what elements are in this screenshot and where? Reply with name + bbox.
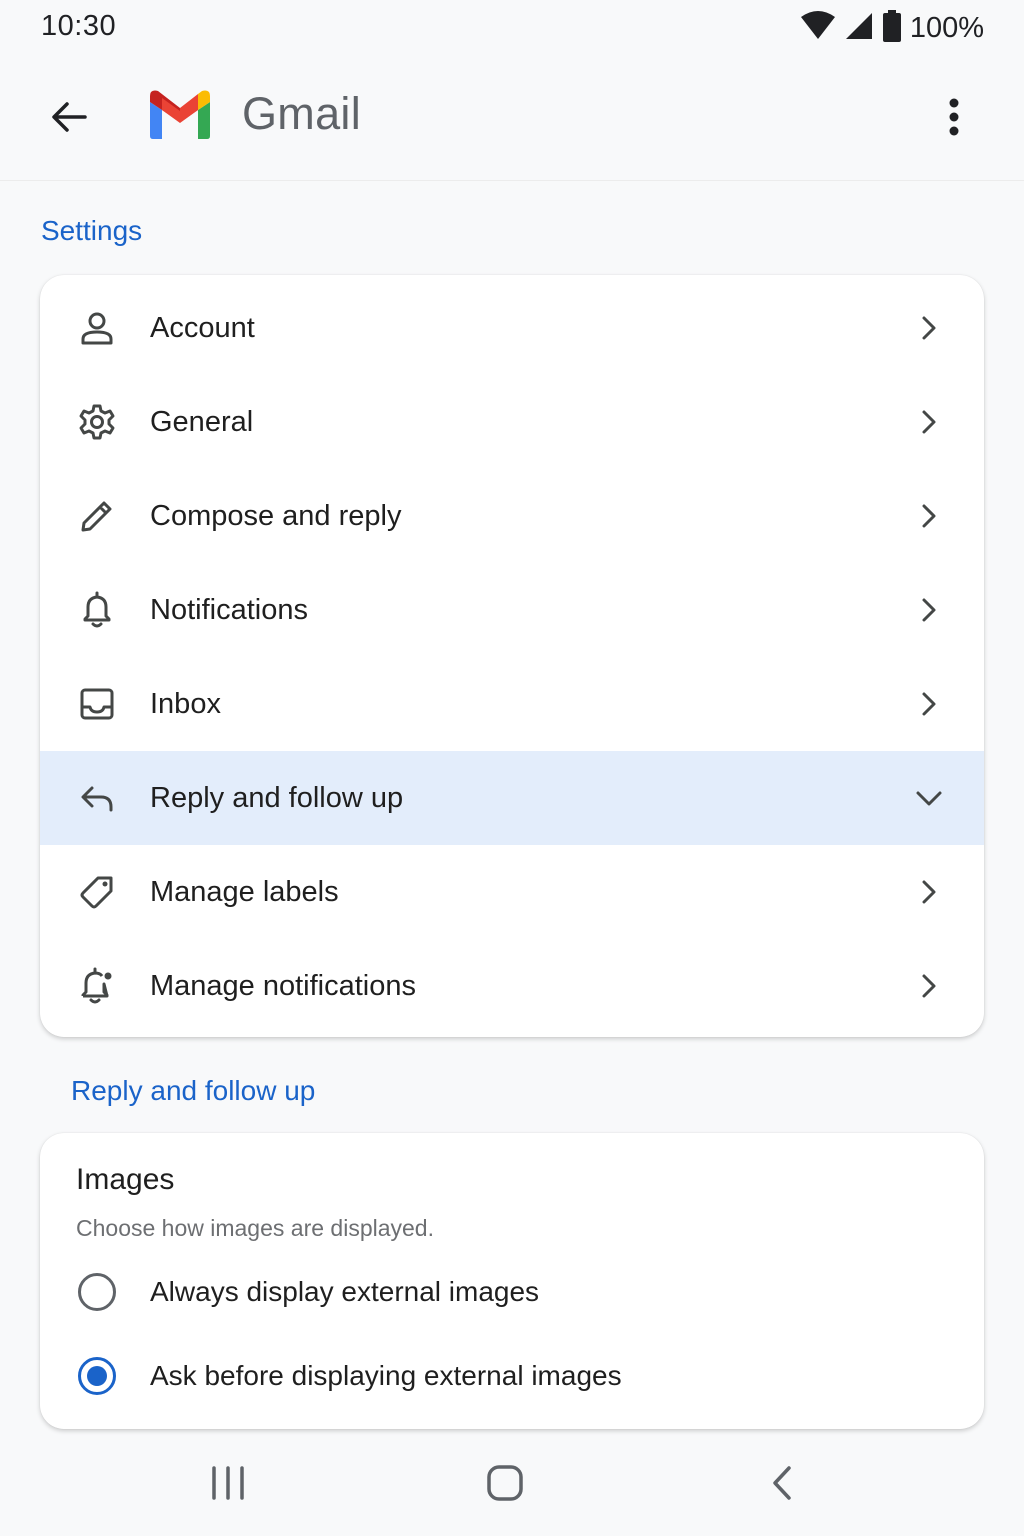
reply-section-heading: Reply and follow up — [71, 1075, 316, 1106]
settings-item-label: General — [150, 405, 254, 438]
settings-item-compose[interactable]: Compose and reply — [40, 469, 984, 563]
settings-item-label: Manage labels — [150, 875, 339, 908]
gmail-logo-icon — [146, 88, 214, 140]
bell-settings-icon — [76, 965, 118, 1007]
images-title: Images — [76, 1163, 175, 1196]
pencil-icon — [76, 495, 118, 537]
settings-item-reply-follow-up[interactable]: Reply and follow up — [40, 751, 984, 845]
chevron-right-icon — [912, 875, 946, 909]
nav-back-button[interactable] — [752, 1460, 812, 1510]
images-description: Choose how images are displayed. — [76, 1215, 434, 1241]
signal-icon — [844, 11, 874, 46]
settings-menu-card: Account General Compose and reply Notifi… — [40, 275, 984, 1037]
chevron-right-icon — [912, 969, 946, 1003]
chevron-right-icon — [912, 311, 946, 345]
arrow-back-icon — [49, 97, 89, 142]
more-vert-icon — [948, 98, 960, 141]
inbox-icon — [76, 683, 118, 725]
app-bar: Gmail — [0, 60, 1024, 181]
home-button[interactable] — [475, 1460, 535, 1510]
radio-label: Always display external images — [150, 1276, 540, 1307]
app-title: Gmail — [242, 88, 362, 139]
label-icon — [76, 871, 118, 913]
settings-item-inbox[interactable]: Inbox — [40, 657, 984, 751]
radio-button-selected[interactable] — [78, 1357, 116, 1395]
status-bar: 10:30 100% — [0, 0, 1024, 60]
images-settings-card: Images Choose how images are displayed. … — [40, 1133, 984, 1429]
settings-item-label: Notifications — [150, 593, 308, 626]
chevron-right-icon — [912, 405, 946, 439]
settings-item-manage-labels[interactable]: Manage labels — [40, 845, 984, 939]
bell-icon — [76, 589, 118, 631]
recents-icon — [210, 1465, 246, 1505]
system-nav-bar — [0, 1440, 1024, 1536]
settings-heading: Settings — [41, 215, 143, 246]
more-options-button[interactable] — [934, 94, 974, 144]
settings-item-notifications[interactable]: Notifications — [40, 563, 984, 657]
chevron-right-icon — [912, 687, 946, 721]
radio-button[interactable] — [78, 1273, 116, 1311]
radio-option-always-display[interactable]: Always display external images — [40, 1257, 984, 1327]
battery-icon — [882, 9, 902, 47]
nav-back-icon — [770, 1465, 794, 1506]
status-time: 10:30 — [41, 10, 117, 42]
settings-item-label: Compose and reply — [150, 499, 402, 532]
settings-item-account[interactable]: Account — [40, 281, 984, 375]
settings-item-label: Reply and follow up — [150, 781, 404, 814]
radio-label: Ask before displaying external images — [150, 1360, 622, 1391]
settings-item-general[interactable]: General — [40, 375, 984, 469]
chevron-right-icon — [912, 593, 946, 627]
status-icons: 100% — [800, 9, 984, 47]
reply-icon — [76, 777, 118, 819]
settings-item-label: Inbox — [150, 687, 221, 720]
home-icon — [486, 1464, 524, 1507]
chevron-right-icon — [912, 499, 946, 533]
radio-option-ask-before[interactable]: Ask before displaying external images — [40, 1341, 984, 1411]
battery-percentage: 100% — [909, 11, 984, 44]
person-icon — [76, 307, 118, 349]
chevron-down-icon — [912, 781, 946, 815]
settings-item-label: Manage notifications — [150, 969, 416, 1002]
back-button[interactable] — [44, 94, 94, 144]
settings-item-manage-notifications[interactable]: Manage notifications — [40, 939, 984, 1033]
gear-icon — [76, 401, 118, 443]
recents-button[interactable] — [198, 1460, 258, 1510]
wifi-icon — [800, 10, 836, 46]
settings-item-label: Account — [150, 311, 255, 344]
